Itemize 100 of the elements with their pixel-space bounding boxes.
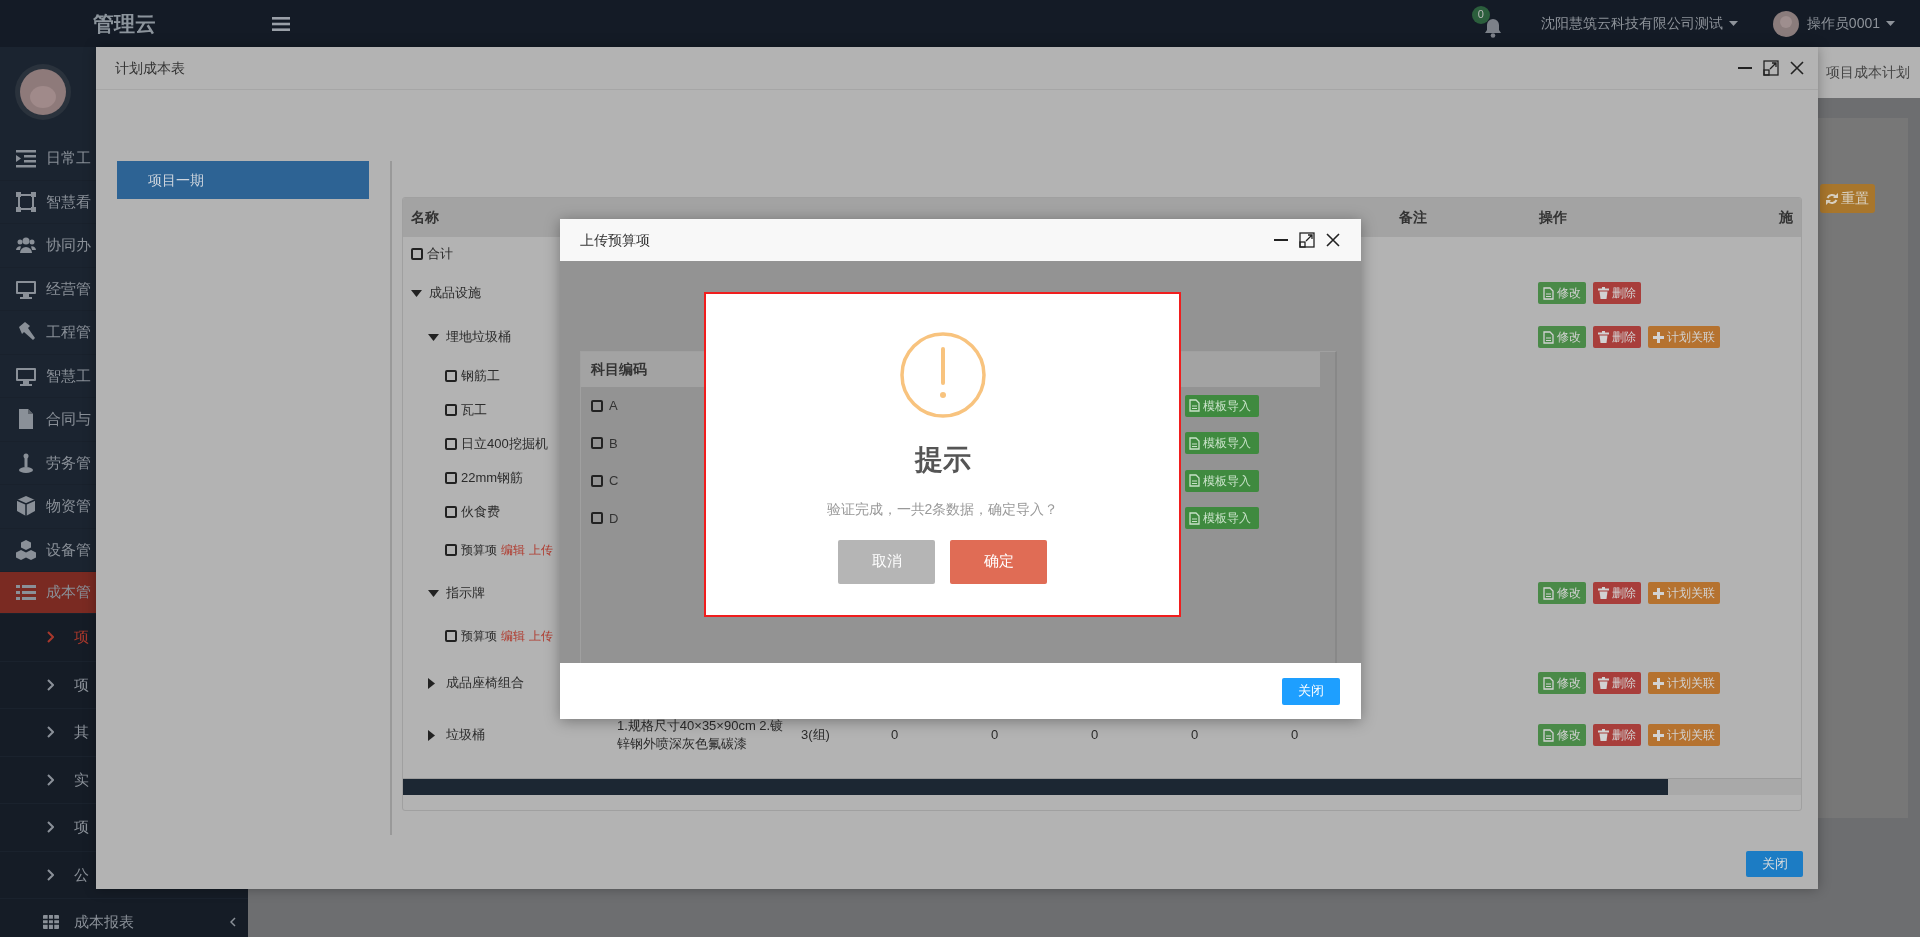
file-icon bbox=[1189, 399, 1200, 413]
warning-icon bbox=[898, 331, 987, 419]
checkbox[interactable] bbox=[445, 630, 457, 642]
link-button[interactable]: 计划关联 bbox=[1648, 582, 1720, 604]
delete-button[interactable]: 删除 bbox=[1593, 672, 1641, 694]
file-icon bbox=[1543, 286, 1554, 300]
close-button[interactable]: 关闭 bbox=[1746, 851, 1803, 877]
checkbox[interactable] bbox=[445, 506, 457, 518]
checkbox[interactable] bbox=[411, 248, 423, 260]
hammer-icon bbox=[16, 322, 36, 343]
checkbox[interactable] bbox=[445, 404, 457, 416]
breadcrumb[interactable]: 项目成本计划 bbox=[1826, 62, 1910, 83]
tree-label: 日立400挖掘机 bbox=[461, 435, 548, 454]
maximize-icon[interactable] bbox=[1299, 232, 1315, 248]
delete-button[interactable]: 删除 bbox=[1593, 724, 1641, 747]
tree-label: 预算项 bbox=[461, 542, 497, 559]
link-button[interactable]: 计划关联 bbox=[1648, 672, 1720, 694]
tree-label: 埋地垃圾桶 bbox=[446, 328, 511, 347]
chevron-icon bbox=[47, 726, 54, 739]
window-title: 计划成本表 bbox=[115, 58, 186, 78]
company-dropdown[interactable]: 沈阳慧筑云科技有限公司测试 bbox=[1540, 13, 1738, 34]
edit-button[interactable]: 修改 bbox=[1538, 282, 1586, 304]
confirm-button[interactable]: 确定 bbox=[950, 539, 1047, 584]
edit-button[interactable]: 修改 bbox=[1538, 582, 1586, 604]
tree-label: 垃圾桶 bbox=[446, 726, 485, 745]
link-button[interactable]: 计划关联 bbox=[1648, 326, 1720, 348]
bell-icon[interactable] bbox=[1483, 17, 1502, 38]
plus-icon bbox=[1653, 331, 1664, 343]
checkbox[interactable] bbox=[591, 512, 603, 525]
file-icon bbox=[1543, 586, 1554, 600]
caret-right-icon[interactable] bbox=[428, 729, 435, 741]
checkbox[interactable] bbox=[445, 472, 457, 484]
submenu-item[interactable]: 成本报表 bbox=[0, 899, 248, 937]
scrollbar[interactable] bbox=[403, 778, 1801, 795]
list-icon bbox=[16, 582, 36, 603]
notification-badge: 0 bbox=[1471, 5, 1490, 24]
action-link[interactable]: 编辑 bbox=[501, 541, 525, 559]
alert-message: 验证完成，一共2条数据，确定导入？ bbox=[826, 499, 1059, 519]
import-button[interactable]: 模板导入 bbox=[1185, 469, 1259, 492]
tree-label: 钢筋工 bbox=[461, 367, 500, 386]
cancel-button[interactable]: 取消 bbox=[838, 539, 935, 584]
checkbox[interactable] bbox=[445, 370, 457, 382]
checkbox[interactable] bbox=[445, 438, 457, 450]
maximize-icon[interactable] bbox=[1763, 60, 1779, 76]
close-icon[interactable] bbox=[1325, 232, 1341, 248]
edit-button[interactable]: 修改 bbox=[1538, 724, 1586, 747]
plus-icon bbox=[1653, 677, 1664, 689]
checkbox[interactable] bbox=[591, 474, 603, 487]
table-cell: 0 bbox=[1191, 727, 1199, 743]
import-button[interactable]: 模板导入 bbox=[1185, 507, 1259, 530]
project-item[interactable]: 项目一期 bbox=[117, 161, 369, 199]
reset-button[interactable]: 重置 bbox=[1820, 184, 1875, 213]
chevron-icon bbox=[47, 631, 54, 644]
user-menu[interactable]: 操作员0001 bbox=[1806, 13, 1895, 34]
plus-icon bbox=[1653, 729, 1664, 741]
delete-button[interactable]: 删除 bbox=[1593, 582, 1641, 604]
tree-label: 22mm钢筋 bbox=[461, 469, 524, 488]
file-icon bbox=[1543, 676, 1554, 690]
action-link[interactable]: 编辑 bbox=[501, 627, 525, 645]
table-cell: 0 bbox=[1291, 727, 1299, 743]
tree-label: 伙食费 bbox=[461, 503, 500, 522]
close-button[interactable]: 关闭 bbox=[1282, 677, 1340, 705]
caret-down-icon[interactable] bbox=[428, 333, 439, 341]
column-header: 施 bbox=[1779, 209, 1793, 225]
edit-button[interactable]: 修改 bbox=[1538, 672, 1586, 694]
trash-icon bbox=[1598, 587, 1609, 599]
checkbox[interactable] bbox=[591, 437, 603, 450]
checkbox[interactable] bbox=[591, 399, 603, 412]
logo: 管理云 bbox=[91, 10, 157, 37]
tree-label: 预算项 bbox=[461, 628, 497, 645]
users-icon bbox=[16, 235, 36, 256]
table-cell: 0 bbox=[991, 727, 999, 743]
window-title: 上传预算项 bbox=[580, 230, 651, 250]
caret-down-icon[interactable] bbox=[428, 589, 439, 597]
checkbox[interactable] bbox=[445, 544, 457, 556]
trash-icon bbox=[1598, 677, 1609, 689]
column-header: 名称 bbox=[411, 209, 439, 225]
action-link[interactable]: 上传 bbox=[529, 627, 553, 645]
trash-icon bbox=[1598, 729, 1609, 742]
close-icon[interactable] bbox=[1789, 60, 1805, 76]
table-cell: 0 bbox=[891, 727, 899, 743]
file-icon bbox=[1189, 511, 1200, 525]
menu-icon[interactable] bbox=[272, 16, 290, 31]
monitor-icon bbox=[16, 278, 36, 299]
import-button[interactable]: 模板导入 bbox=[1185, 432, 1259, 455]
cubes-icon bbox=[16, 539, 36, 560]
caret-right-icon[interactable] bbox=[428, 677, 435, 689]
delete-button[interactable]: 删除 bbox=[1593, 282, 1641, 304]
trash-icon bbox=[1598, 287, 1609, 299]
table-cell: 0 bbox=[1091, 727, 1099, 743]
caret-down-icon[interactable] bbox=[411, 289, 422, 297]
action-link[interactable]: 上传 bbox=[529, 541, 553, 559]
avatar bbox=[15, 64, 71, 120]
import-button[interactable]: 模板导入 bbox=[1185, 394, 1259, 417]
edit-button[interactable]: 修改 bbox=[1538, 326, 1586, 348]
column-header: 备注 bbox=[1399, 209, 1427, 225]
chevron-icon bbox=[47, 821, 54, 834]
delete-button[interactable]: 删除 bbox=[1593, 326, 1641, 348]
link-button[interactable]: 计划关联 bbox=[1648, 724, 1720, 747]
caret-icon bbox=[1886, 21, 1895, 26]
